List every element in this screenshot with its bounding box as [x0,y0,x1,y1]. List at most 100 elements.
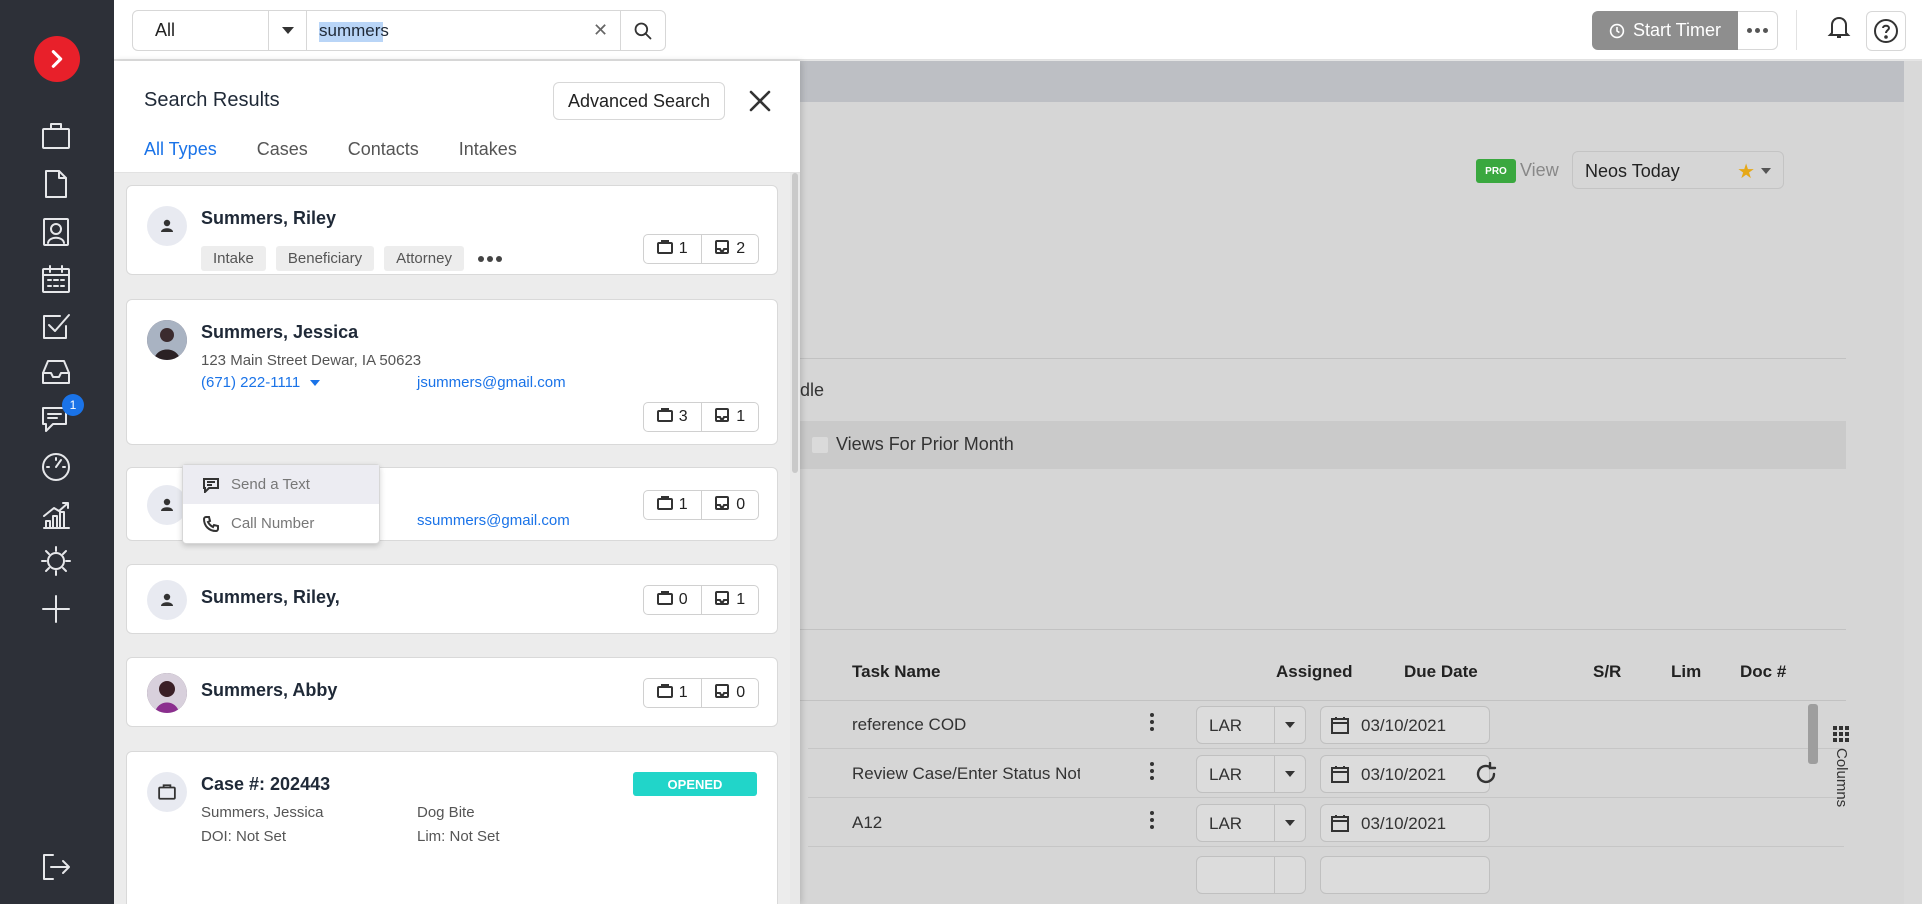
search-input[interactable] [319,20,569,41]
left-nav: 1 [0,0,114,904]
logout-icon[interactable] [38,849,74,885]
result-name[interactable]: Summers, Abby [201,680,337,701]
contacts-icon[interactable] [38,214,74,250]
columns-toggle[interactable]: Columns [1826,726,1860,807]
prior-month-row[interactable]: Views For Prior Month [800,421,1846,469]
col-header-assigned[interactable]: Assigned [1276,662,1353,682]
assigned-select[interactable]: LAR [1196,804,1306,842]
table-row[interactable]: reference COD LAR 03/10/2021 [808,701,1844,749]
row-menu-icon[interactable] [1150,811,1154,832]
row-menu-icon[interactable] [1150,713,1154,734]
cases-briefcase-icon[interactable] [38,118,74,154]
start-timer-button[interactable]: Start Timer [1592,11,1738,50]
cases-count[interactable]: 1 [644,679,701,707]
docs-count[interactable]: 2 [700,235,759,263]
col-header-due-date[interactable]: Due Date [1404,662,1478,682]
tab-cases[interactable]: Cases [257,139,308,175]
scrollbar-thumb[interactable] [792,173,798,473]
result-name[interactable]: Summers, Riley [201,208,336,229]
result-card[interactable]: Case #: 202443 OPENED Summers, Jessica Dog … [126,751,778,904]
docs-count[interactable]: 0 [700,491,759,519]
case-doi: DOI: Not Set [201,828,287,845]
results-scrollbar[interactable] [790,173,800,904]
more-tags-icon[interactable] [477,255,502,262]
chevron-right-icon [51,50,63,68]
clear-search-button[interactable]: ✕ [581,11,621,50]
due-date-value: 03/10/2021 [1361,814,1447,833]
close-icon[interactable] [742,83,778,119]
assigned-select[interactable]: LAR [1196,706,1306,744]
docs-count[interactable]: 1 [700,586,759,614]
avatar [147,772,187,812]
page-scrollbar[interactable] [1904,61,1922,904]
col-header-doc[interactable]: Doc # [1740,662,1786,682]
prior-month-label: Views For Prior Month [836,434,1014,454]
due-date-field[interactable]: 03/10/2021 [1320,706,1490,744]
col-header-lim[interactable]: Lim [1671,662,1701,682]
notifications-bell-icon[interactable] [1826,14,1856,44]
col-header-task-name[interactable]: Task Name [852,662,941,682]
task-name[interactable]: Review Case/Enter Status Notes [852,764,1080,784]
email-link[interactable]: jsummers@gmail.com [417,374,566,391]
result-card[interactable]: Summers, Riley Intake Beneficiary Attorney 1… [126,185,778,275]
docs-count[interactable]: 0 [700,679,759,707]
email-link[interactable]: ssummers@gmail.com [417,512,570,529]
table-row[interactable] [808,848,1844,896]
settings-gear-icon[interactable] [38,543,74,579]
inbox-icon[interactable] [38,354,74,390]
search-button[interactable] [621,11,665,50]
tasks-checkbox-icon[interactable] [38,308,74,344]
task-name[interactable]: A12 [852,813,1082,833]
phone-actions-menu: Send a Text Call Number [182,464,380,544]
result-name[interactable]: Summers, Riley, [201,587,340,608]
cases-count[interactable]: 0 [644,586,701,614]
documents-icon[interactable] [38,166,74,202]
cases-count[interactable]: 3 [644,403,701,431]
favorite-star-icon[interactable]: ★ [1737,159,1755,184]
prior-month-checkbox[interactable] [812,437,828,453]
tab-intakes[interactable]: Intakes [459,139,517,175]
result-card[interactable]: Summers, Abby 1 0 [126,657,778,727]
docs-count[interactable]: 1 [700,403,759,431]
person-icon [161,219,173,232]
question-icon [1874,19,1898,43]
assigned-select[interactable]: LAR [1196,755,1306,793]
view-select[interactable]: Neos Today ★ [1572,151,1784,189]
result-name[interactable]: Summers, Jessica [201,322,358,343]
col-header-sr[interactable]: S/R [1593,662,1621,682]
send-text-menu-item[interactable]: Send a Text [183,465,379,504]
reports-chart-icon[interactable] [38,497,74,533]
phone-link[interactable]: (671) 222-1111 [201,374,321,391]
due-date-field[interactable]: 03/10/2021 [1320,755,1490,793]
timer-more-button[interactable] [1738,11,1778,50]
cases-count[interactable]: 1 [644,491,701,519]
cases-count[interactable]: 1 [644,235,701,263]
app-logo[interactable] [34,36,80,82]
result-card[interactable]: Summers, Riley, 0 1 [126,564,778,634]
case-number[interactable]: Case #: 202443 [201,774,330,795]
advanced-search-button[interactable]: Advanced Search [553,82,725,120]
add-plus-icon[interactable] [38,591,74,627]
tab-all-types[interactable]: All Types [144,139,217,175]
refresh-icon[interactable] [1474,761,1498,791]
help-button[interactable] [1866,11,1906,51]
row-menu-icon[interactable] [1150,762,1154,783]
due-date-field[interactable]: 03/10/2021 [1320,804,1490,842]
calendar-icon [1331,815,1349,832]
tag: Beneficiary [275,246,375,271]
tab-contacts[interactable]: Contacts [348,139,419,175]
dashboard-gauge-icon[interactable] [38,449,74,485]
assigned-select[interactable] [1196,856,1306,894]
calendar-icon[interactable] [38,261,74,297]
columns-label: Columns [1833,748,1850,808]
call-number-menu-item[interactable]: Call Number [183,504,379,543]
table-row[interactable]: Review Case/Enter Status Notes LAR 03/10… [808,750,1844,798]
table-scrollbar[interactable] [1808,704,1818,764]
search-type-select[interactable]: All [133,11,269,50]
result-card[interactable]: Summers, Jessica 123 Main Street Dewar, I… [126,299,778,445]
inbox-icon [714,683,730,704]
search-type-dropdown-button[interactable] [269,11,307,50]
table-row[interactable]: A12 LAR 03/10/2021 [808,799,1844,847]
task-name[interactable]: reference COD [852,715,1082,735]
due-date-field[interactable] [1320,856,1490,894]
